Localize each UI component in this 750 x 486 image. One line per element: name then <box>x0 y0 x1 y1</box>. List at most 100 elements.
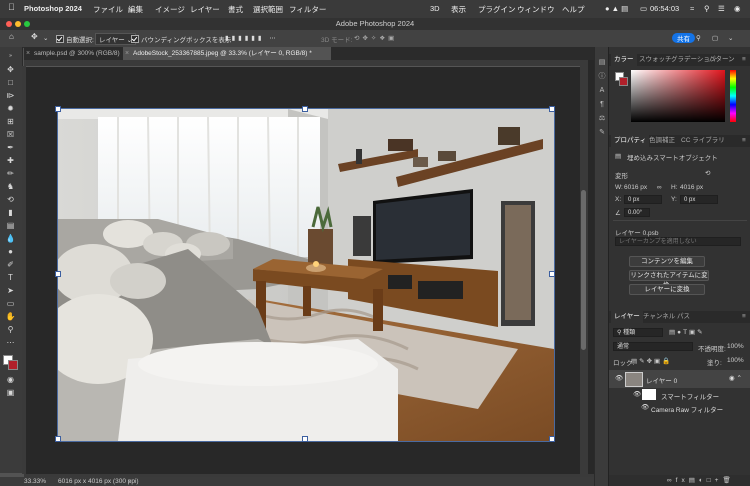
transform-handle[interactable] <box>549 271 555 277</box>
smart-filter-indicator-icon[interactable]: ◉ ⌃ <box>729 374 742 382</box>
layer-comp-select[interactable]: レイヤーカンプを適用しない <box>615 237 741 246</box>
auto-select-checkbox[interactable] <box>56 35 64 43</box>
x-field[interactable]: 0 px <box>624 195 662 204</box>
glyphs-panel-icon[interactable]: ⚖ <box>598 115 606 123</box>
link-icon[interactable]: ∞ <box>657 184 662 191</box>
gradient-tool-icon[interactable]: ▤ <box>4 221 17 231</box>
fill-value[interactable]: 100% <box>727 357 744 364</box>
path-select-tool-icon[interactable]: ➤ <box>4 286 17 296</box>
tab-cc-libraries[interactable]: CC ライブラリ <box>681 135 725 147</box>
tab-paths[interactable]: パス <box>677 311 690 323</box>
zoom-level[interactable]: 33.33% <box>24 478 46 485</box>
visibility-eye-icon[interactable]: 👁 <box>633 390 641 398</box>
move-tool-icon[interactable]: ✥ <box>4 65 17 75</box>
lock-icons[interactable]: ▤✎✥▣🔒 <box>631 357 672 365</box>
transform-handle[interactable] <box>549 106 555 112</box>
panel-collapse-icon[interactable]: » <box>4 51 17 61</box>
menu-help[interactable]: ヘルプ <box>562 4 585 15</box>
tab-properties[interactable]: プロパティ <box>611 135 650 147</box>
menu-edit[interactable]: 編集 <box>128 4 143 15</box>
layer-row-smart-filters[interactable]: 👁 スマートフィルター <box>609 388 750 402</box>
type-tool-icon[interactable]: T <box>4 273 17 283</box>
layer-action-icons[interactable]: ∞fx▤◐□+🗑 <box>667 476 735 484</box>
menu-file[interactable]: ファイル <box>93 4 123 15</box>
move-tool-icon[interactable]: ✥ <box>31 32 38 41</box>
bounding-box-checkbox[interactable] <box>131 35 139 43</box>
layer-filter-icons[interactable]: ▤●T▣✎ <box>669 328 705 336</box>
tab-patterns[interactable]: パターン <box>709 54 735 66</box>
control-center-icon[interactable]: ☰ <box>718 4 725 13</box>
eraser-tool-icon[interactable]: ▮ <box>4 208 17 218</box>
transform-handle[interactable] <box>55 436 61 442</box>
eyedropper-tool-icon[interactable]: ✒ <box>4 143 17 153</box>
transform-handle[interactable] <box>302 106 308 112</box>
angle-field[interactable]: 0.00° <box>624 208 650 217</box>
brush-tool-icon[interactable]: ✏ <box>4 169 17 179</box>
siri-icon[interactable]: ◉ <box>734 4 741 13</box>
menu-image[interactable]: イメージ <box>155 4 185 15</box>
menu-app-name[interactable]: Photoshop 2024 <box>24 4 82 13</box>
clone-stamp-tool-icon[interactable]: ♞ <box>4 182 17 192</box>
crop-tool-icon[interactable]: ⊞ <box>4 117 17 127</box>
layer-row-layer0[interactable]: 👁 レイヤー 0 ◉ ⌃ <box>609 370 750 388</box>
more-tools-icon[interactable]: ⋯ <box>4 338 17 348</box>
character-panel-icon[interactable]: A <box>598 87 606 95</box>
hand-tool-icon[interactable]: ✋ <box>4 312 17 322</box>
tab-adobestock-jpeg[interactable]: × AdobeStock_253367885.jpeg @ 33.3% (レイヤ… <box>123 47 331 60</box>
convert-to-linked-button[interactable]: リンクされたアイテムに変換... <box>629 270 709 289</box>
layer-filter-kind[interactable]: ⚲ 種類 <box>613 328 663 337</box>
align-icons[interactable]: ▮▮▮▮▮▮ ⋯ <box>225 34 279 42</box>
vertical-scrollbar-thumb[interactable] <box>581 190 586 350</box>
healing-brush-tool-icon[interactable]: ✚ <box>4 156 17 166</box>
vertical-ruler[interactable] <box>22 66 26 474</box>
dodge-tool-icon[interactable]: ● <box>4 247 17 257</box>
zoom-tool-icon[interactable]: ⚲ <box>4 325 17 335</box>
menu-window[interactable]: ウィンドウ <box>517 4 555 15</box>
rectangle-tool-icon[interactable]: ▭ <box>4 299 17 309</box>
info-panel-icon[interactable]: ⓘ <box>598 73 606 81</box>
share-button[interactable]: 共有 <box>672 33 695 43</box>
background-color-swatch[interactable] <box>8 360 18 370</box>
auto-select-dropdown[interactable]: レイヤー ⌄ <box>95 33 137 45</box>
tab-color[interactable]: カラー <box>611 54 637 66</box>
wifi-icon[interactable]: ≈ <box>690 4 694 13</box>
pen-tool-icon[interactable]: ✐ <box>4 260 17 270</box>
menu-layer[interactable]: レイヤー <box>190 4 220 15</box>
w-value[interactable]: 6016 px <box>624 184 647 191</box>
opacity-value[interactable]: 100% <box>727 343 744 350</box>
panel-menu-icon[interactable]: ≡ <box>742 311 746 323</box>
document-info[interactable]: 6016 px x 4016 px (300 ppi) <box>58 478 139 485</box>
transform-handle[interactable] <box>55 106 61 112</box>
panel-menu-icon[interactable]: ≡ <box>742 135 746 147</box>
layer-name[interactable]: レイヤー 0 <box>646 375 677 385</box>
search-icon[interactable]: ⚲ <box>704 4 710 13</box>
lasso-tool-icon[interactable]: ⧐ <box>4 91 17 101</box>
close-tab-icon[interactable]: × <box>125 47 129 60</box>
hue-slider[interactable] <box>730 70 736 122</box>
menu-select[interactable]: 選択範囲 <box>253 4 283 15</box>
blend-mode-select[interactable]: 通常 <box>613 342 693 351</box>
3d-tool-icons[interactable]: ⟲✥✧❖▣ <box>354 34 397 42</box>
paragraph-panel-icon[interactable]: ¶ <box>598 101 606 109</box>
workspace-icon[interactable]: ▢ <box>712 34 718 42</box>
horizontal-ruler[interactable] <box>24 60 580 67</box>
document-image[interactable] <box>57 108 555 442</box>
menu-view[interactable]: 表示 <box>451 4 466 15</box>
close-window-icon[interactable] <box>6 21 12 27</box>
y-field[interactable]: 0 px <box>680 195 718 204</box>
background-color-swatch[interactable] <box>619 77 628 86</box>
camera-raw-filter-label[interactable]: Camera Raw フィルター <box>651 404 723 414</box>
menu-type[interactable]: 書式 <box>228 4 243 15</box>
history-panel-icon[interactable]: ▤ <box>598 59 606 67</box>
convert-to-layers-button[interactable]: レイヤーに変換 <box>629 284 705 295</box>
tab-adjustments[interactable]: 色調補正 <box>649 135 675 147</box>
visibility-eye-icon[interactable]: 👁 <box>615 374 623 382</box>
h-value[interactable]: 4016 px <box>680 184 703 191</box>
transform-handle[interactable] <box>549 436 555 442</box>
quick-mask-icon[interactable]: ◉ <box>4 375 17 385</box>
chevron-right-icon[interactable]: › <box>128 478 130 485</box>
brushes-panel-icon[interactable]: ✎ <box>598 129 606 137</box>
frame-tool-icon[interactable]: ☒ <box>4 130 17 140</box>
quick-select-tool-icon[interactable]: ✹ <box>4 104 17 114</box>
home-icon[interactable]: ⌂ <box>9 32 14 41</box>
